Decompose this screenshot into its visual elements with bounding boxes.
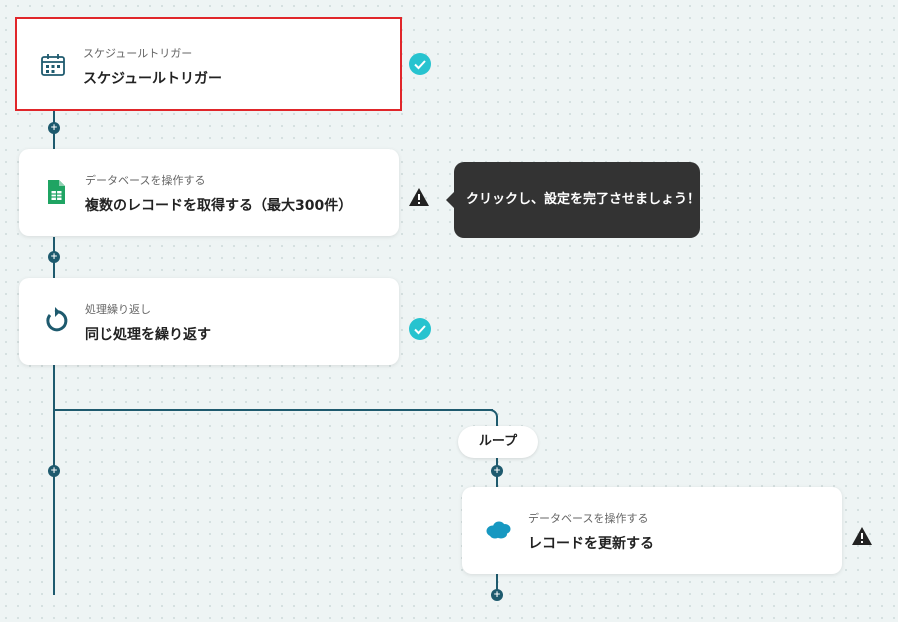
step-title: レコードを更新する [528, 536, 654, 552]
flow-line-loop-corner [488, 409, 498, 419]
step-card-schedule-trigger[interactable]: スケジュールトリガー スケジュールトリガー [15, 17, 402, 111]
flow-line-main [53, 365, 55, 595]
step-title: スケジュールトリガー [83, 71, 223, 87]
add-step-button[interactable]: + [491, 589, 503, 601]
add-step-button[interactable]: + [48, 122, 60, 134]
check-icon [409, 53, 431, 75]
step-title: 複数のレコードを取得する（最大300件） [85, 198, 353, 214]
salesforce-icon [486, 521, 511, 539]
calendar-icon [41, 54, 65, 76]
step-subtitle: 処理繰り返し [85, 303, 151, 316]
setup-tooltip: クリックし、設定を完了させましょう！ [446, 162, 700, 238]
step-subtitle: スケジュールトリガー [83, 47, 193, 60]
loop-icon [46, 307, 68, 332]
loop-label: ループ [458, 426, 538, 458]
google-sheets-icon [48, 180, 65, 204]
step-title: 同じ処理を繰り返す [85, 327, 211, 343]
step-card-get-records[interactable]: データベースを操作する 複数のレコードを取得する（最大300件） [19, 149, 399, 236]
step-card-loop[interactable]: 処理繰り返し 同じ処理を繰り返す [19, 278, 399, 365]
warning-icon [409, 188, 429, 206]
step-subtitle: データベースを操作する [85, 174, 206, 187]
add-step-button[interactable]: + [48, 465, 60, 477]
flow-line-loop-branch [53, 409, 493, 411]
check-icon [409, 318, 431, 340]
warning-icon [852, 527, 872, 545]
add-step-button[interactable]: + [491, 465, 503, 477]
add-step-button[interactable]: + [48, 251, 60, 263]
step-subtitle: データベースを操作する [528, 512, 649, 525]
step-card-update-record[interactable]: データベースを操作する レコードを更新する [462, 487, 842, 574]
